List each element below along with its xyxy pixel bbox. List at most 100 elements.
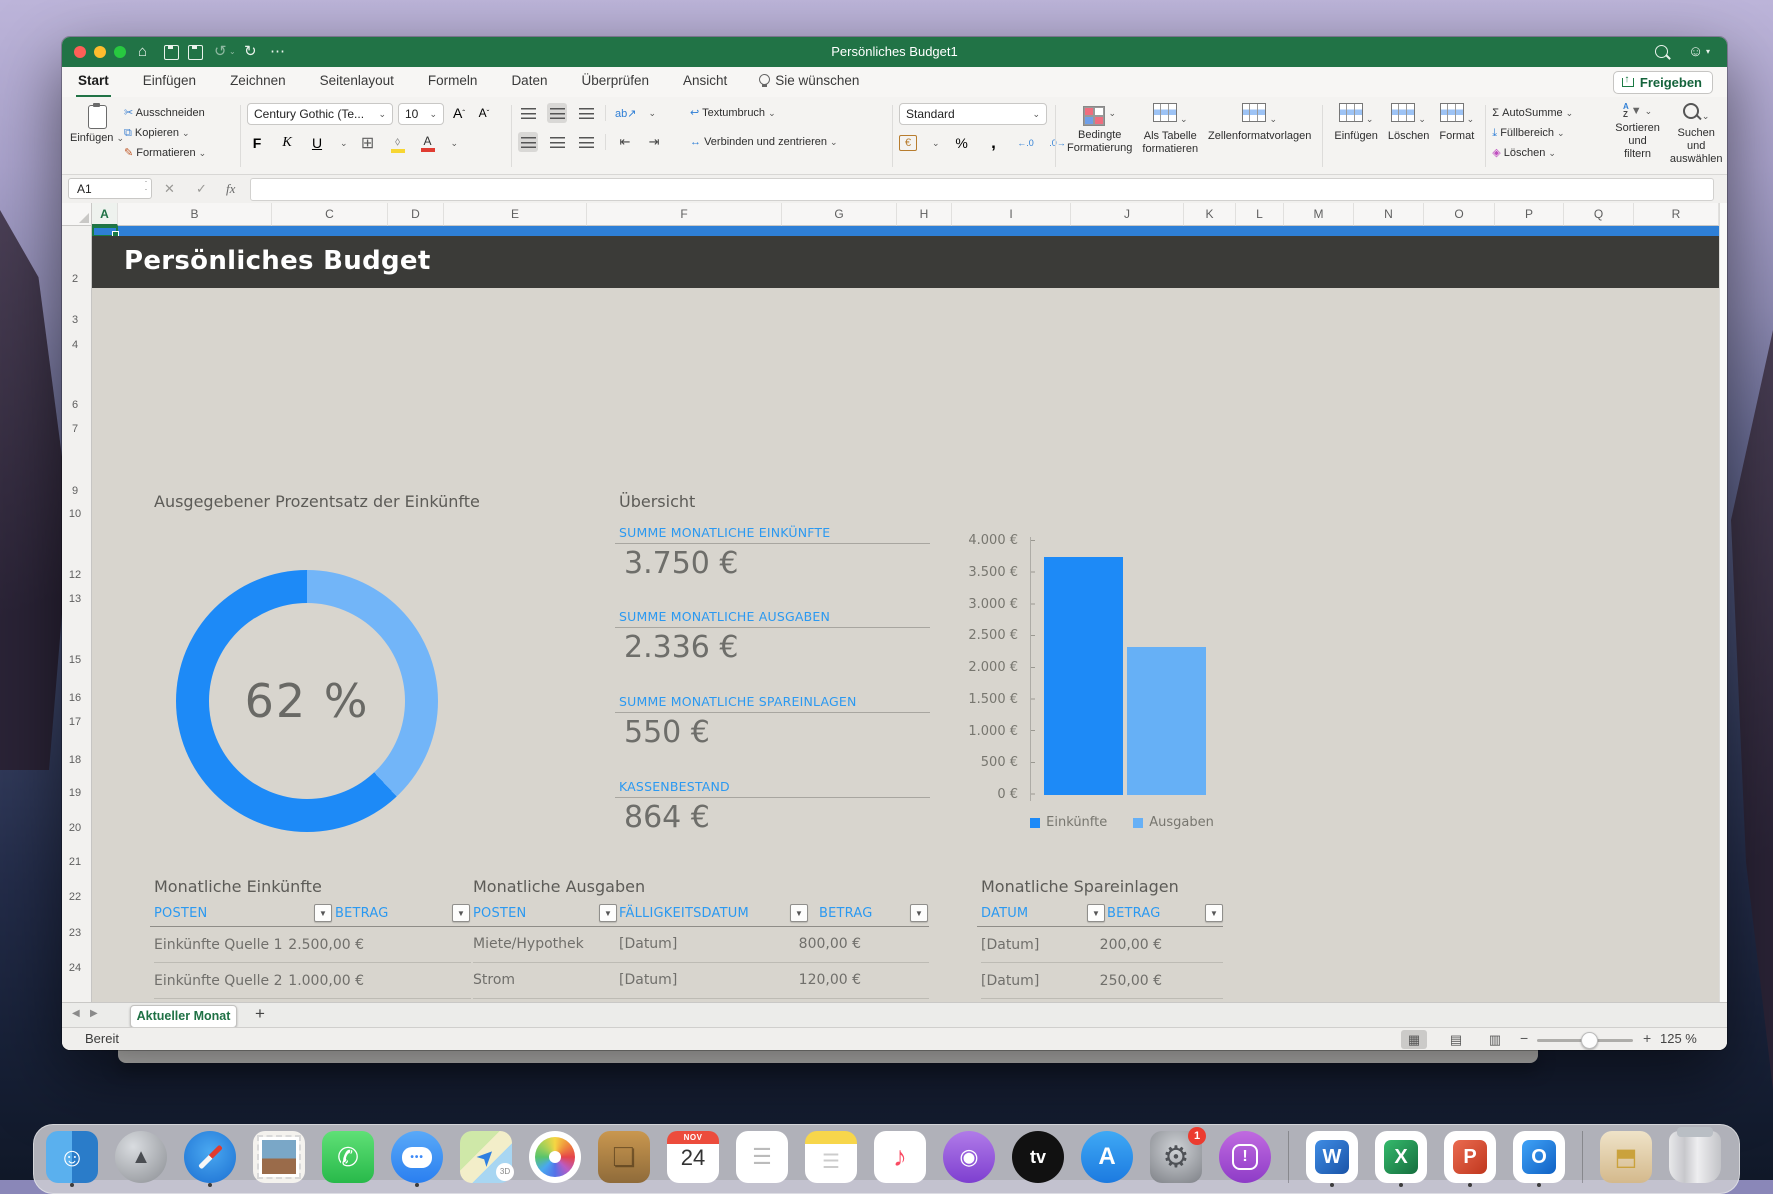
- search-icon[interactable]: [1655, 45, 1668, 58]
- filter-button[interactable]: ▼: [790, 904, 808, 922]
- autosum-button[interactable]: Σ AutoSumme⌄: [1492, 103, 1610, 123]
- row-header[interactable]: 2: [62, 271, 88, 287]
- row-header[interactable]: 4: [62, 337, 88, 353]
- font-size-select[interactable]: 10⌄: [398, 103, 444, 125]
- filter-button[interactable]: ▼: [1087, 904, 1105, 922]
- column-header-n[interactable]: N: [1354, 203, 1424, 226]
- column-header-i[interactable]: I: [952, 203, 1071, 226]
- format-cells-button[interactable]: ⌄ Format: [1439, 103, 1474, 143]
- dock-outlook-icon[interactable]: O: [1513, 1131, 1565, 1183]
- sheet-tab-aktueller-monat[interactable]: Aktueller Monat: [130, 1005, 237, 1028]
- row-header[interactable]: 9: [62, 483, 88, 499]
- prev-sheet-icon[interactable]: ◀: [72, 1008, 80, 1019]
- sort-filter-button[interactable]: AZ▼⌄ Sortieren und filtern: [1615, 103, 1660, 162]
- column-header-k[interactable]: K: [1184, 203, 1236, 226]
- donut-chart[interactable]: 62 %: [176, 570, 438, 832]
- increase-indent-button[interactable]: ⇤: [644, 132, 664, 152]
- dock-facetime-icon[interactable]: ✆: [322, 1131, 374, 1183]
- insert-cells-button[interactable]: ⌄ Einfügen: [1334, 103, 1377, 143]
- align-middle-button[interactable]: [547, 103, 567, 123]
- delete-cells-button[interactable]: ⌄ Löschen: [1388, 103, 1430, 143]
- column-header-a[interactable]: A: [92, 203, 118, 226]
- dock-trash-icon[interactable]: [1669, 1131, 1721, 1183]
- next-sheet-icon[interactable]: ▶: [90, 1008, 98, 1019]
- column-header-r[interactable]: R: [1634, 203, 1719, 226]
- table-row[interactable]: Strom [Datum] 120,00 €: [473, 962, 929, 998]
- column-header-g[interactable]: G: [782, 203, 897, 226]
- cut-button[interactable]: ✂ Ausschneiden: [124, 103, 234, 123]
- row-header[interactable]: 20: [62, 820, 88, 836]
- zoom-slider-thumb[interactable]: [1581, 1032, 1598, 1049]
- align-right-button[interactable]: [576, 132, 596, 152]
- tab-start[interactable]: Start: [76, 67, 111, 98]
- confirm-entry-icon[interactable]: ✓: [196, 178, 207, 200]
- filter-button[interactable]: ▼: [452, 904, 470, 922]
- row-header[interactable]: 23: [62, 925, 88, 941]
- tab-einfuegen[interactable]: Einfügen: [141, 67, 198, 98]
- filter-button[interactable]: ▼: [1205, 904, 1223, 922]
- dock-podcasts-icon[interactable]: ◉: [943, 1131, 995, 1183]
- dock-feedback-assistant-icon[interactable]: !: [1219, 1131, 1271, 1183]
- table-row[interactable]: [Datum] 250,00 €: [981, 962, 1223, 998]
- dock-calendar-icon[interactable]: NOV 24: [667, 1131, 719, 1183]
- account-smiley-icon[interactable]: ☺: [1688, 37, 1703, 67]
- name-box[interactable]: A1 ˆˇ: [68, 178, 152, 199]
- find-select-button[interactable]: ⌄ Suchen und auswählen: [1670, 103, 1723, 167]
- row-header[interactable]: 13: [62, 591, 88, 607]
- add-sheet-button[interactable]: +: [255, 1004, 265, 1024]
- dock-safari-icon[interactable]: [184, 1131, 236, 1183]
- dock-finder-icon[interactable]: ☺: [46, 1131, 98, 1183]
- conditional-formatting-button[interactable]: ⌄ Bedingte Formatierung: [1067, 103, 1132, 155]
- bar-einkuenfte[interactable]: [1044, 557, 1123, 795]
- dock-maps-icon[interactable]: ➤ 3D: [460, 1131, 512, 1183]
- dock-music-icon[interactable]: ♪: [874, 1131, 926, 1183]
- account-dropdown-icon[interactable]: ▾: [1706, 37, 1710, 67]
- decrease-font-button[interactable]: Aˇ: [474, 103, 494, 123]
- align-left-button[interactable]: [518, 132, 538, 152]
- column-header-b[interactable]: B: [118, 203, 272, 226]
- cancel-entry-icon[interactable]: ✕: [164, 178, 175, 200]
- orientation-button[interactable]: ab↗: [615, 103, 636, 123]
- tab-ansicht[interactable]: Ansicht: [681, 67, 729, 98]
- column-header-q[interactable]: Q: [1564, 203, 1634, 226]
- worksheet[interactable]: Persönliches Budget Ausgegebener Prozent…: [92, 226, 1719, 1002]
- bold-button[interactable]: F: [247, 133, 267, 153]
- page-break-view-icon[interactable]: ▥: [1482, 1030, 1508, 1049]
- tab-formeln[interactable]: Formeln: [426, 67, 480, 98]
- zoom-in-icon[interactable]: +: [1643, 1030, 1651, 1046]
- share-button[interactable]: Freigeben: [1613, 71, 1713, 94]
- format-as-table-button[interactable]: ⌄ Als Tabelle formatieren: [1142, 103, 1198, 156]
- copy-button[interactable]: ⧉ Kopieren⌄: [124, 123, 234, 143]
- row-header[interactable]: 10: [62, 506, 88, 522]
- dock-word-icon[interactable]: W: [1306, 1131, 1358, 1183]
- row-header[interactable]: 22: [62, 889, 88, 905]
- cell-styles-button[interactable]: ⌄ Zellenformatvorlagen: [1208, 103, 1311, 143]
- page-layout-view-icon[interactable]: ▤: [1443, 1030, 1469, 1049]
- increase-font-button[interactable]: Aˆ: [449, 103, 469, 123]
- dock-reminders-icon[interactable]: ☰: [736, 1131, 788, 1183]
- zoom-level[interactable]: 125 %: [1660, 1031, 1697, 1046]
- tab-daten[interactable]: Daten: [509, 67, 549, 98]
- comma-style-button[interactable]: ,: [984, 133, 1004, 153]
- dock-system-preferences-icon[interactable]: ⚙ 1: [1150, 1131, 1202, 1183]
- underline-button[interactable]: U: [307, 133, 327, 153]
- dock-messages-icon[interactable]: •••: [391, 1131, 443, 1183]
- align-top-button[interactable]: [518, 103, 538, 123]
- decrease-decimal-button[interactable]: .0→: [1048, 133, 1068, 153]
- dock-photos-icon[interactable]: [529, 1131, 581, 1183]
- increase-decimal-button[interactable]: ←.0: [1016, 133, 1036, 153]
- merge-center-button[interactable]: ↔ Verbinden und zentrieren⌄: [690, 132, 886, 152]
- tell-me-button[interactable]: Sie wünschen: [759, 67, 859, 98]
- dock-mail-icon[interactable]: [253, 1131, 305, 1183]
- font-name-select[interactable]: Century Gothic (Te...⌄: [247, 103, 393, 125]
- dock-powerpoint-icon[interactable]: P: [1444, 1131, 1496, 1183]
- row-header[interactable]: 19: [62, 785, 88, 801]
- filter-button[interactable]: ▼: [314, 904, 332, 922]
- italic-button[interactable]: K: [277, 133, 297, 153]
- fx-icon[interactable]: fx: [226, 178, 235, 200]
- column-header-p[interactable]: P: [1495, 203, 1564, 226]
- row-header[interactable]: 17: [62, 714, 88, 730]
- filter-button[interactable]: ▼: [910, 904, 928, 922]
- select-all-corner[interactable]: [62, 203, 92, 226]
- column-header-c[interactable]: C: [272, 203, 388, 226]
